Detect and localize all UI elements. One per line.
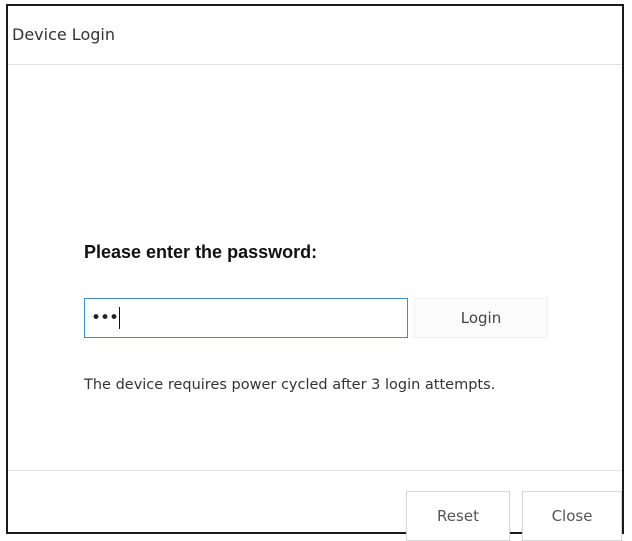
- dialog-footer: Reset Close: [8, 470, 622, 541]
- reset-button[interactable]: Reset: [406, 491, 510, 541]
- text-cursor: [119, 307, 121, 329]
- dialog-title: Device Login: [12, 25, 115, 44]
- login-button[interactable]: Login: [414, 298, 548, 338]
- dialog-titlebar: Device Login: [8, 6, 622, 65]
- device-login-dialog: Device Login Please enter the password: …: [6, 4, 624, 541]
- login-attempts-notice: The device requires power cycled after 3…: [84, 377, 496, 393]
- close-button[interactable]: Close: [522, 491, 622, 541]
- password-prompt: Please enter the password:: [84, 242, 318, 262]
- password-masked-value: •••: [91, 307, 119, 328]
- password-input[interactable]: •••: [84, 298, 408, 338]
